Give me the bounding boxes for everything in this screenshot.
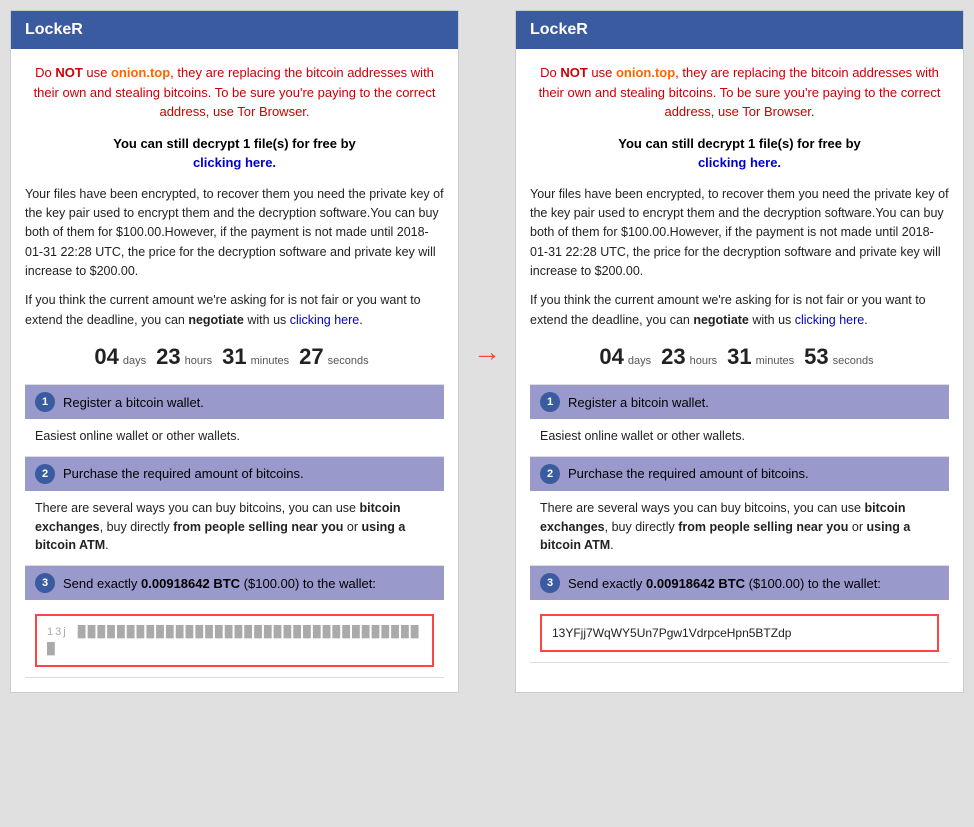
left-step2-num: 2 [35, 464, 55, 484]
right-step1-title: Register a bitcoin wallet. [568, 395, 709, 410]
left-step3-num: 3 [35, 573, 55, 593]
right-seconds-num: 53 [804, 344, 828, 370]
right-step3-title: Send exactly 0.00918642 BTC ($100.00) to… [568, 576, 881, 591]
right-panel-body: Do NOT use onion.top, they are replacing… [516, 49, 963, 677]
right-negotiate-link[interactable]: clicking here [795, 313, 864, 327]
left-step3-header: 3 Send exactly 0.00918642 BTC ($100.00) … [25, 566, 444, 600]
left-seconds-label: seconds [328, 355, 369, 367]
right-minutes-label: minutes [756, 355, 795, 367]
left-wallet-text: 13j ████████████████████████████████████ [47, 624, 422, 657]
left-free-decrypt-link[interactable]: clicking here. [193, 155, 276, 170]
left-steps: 1 Register a bitcoin wallet. Easiest onl… [25, 384, 444, 678]
left-step1-header: 1 Register a bitcoin wallet. [25, 385, 444, 419]
right-warning-site: onion.top [616, 65, 675, 80]
left-step1-content: Easiest online wallet or other wallets. [25, 419, 444, 457]
right-step2-content: There are several ways you can buy bitco… [530, 491, 949, 566]
right-hours-label: hours [690, 355, 718, 367]
right-step1-content: Easiest online wallet or other wallets. [530, 419, 949, 457]
right-info1: Your files have been encrypted, to recov… [530, 185, 949, 282]
right-step3-content: 13YFjj7WqWY5Un7Pgw1VdrpceHpn5BTZdp [530, 600, 949, 663]
left-countdown: 04 days 23 hours 31 minutes 27 seconds [25, 344, 444, 370]
right-minutes-num: 31 [727, 344, 751, 370]
right-step3-header: 3 Send exactly 0.00918642 BTC ($100.00) … [530, 566, 949, 600]
left-step3-content: 13j ████████████████████████████████████ [25, 600, 444, 678]
right-seconds-label: seconds [833, 355, 874, 367]
right-step3-num: 3 [540, 573, 560, 593]
left-warning: Do NOT use onion.top, they are replacing… [25, 63, 444, 122]
right-warning-use: use [588, 65, 616, 80]
left-step2-title: Purchase the required amount of bitcoins… [63, 466, 304, 481]
right-panel-title: LockeR [530, 21, 588, 38]
left-info1: Your files have been encrypted, to recov… [25, 185, 444, 282]
right-panel-header: LockeR [516, 11, 963, 49]
left-negotiate-link[interactable]: clicking here [290, 313, 359, 327]
left-hours-label: hours [185, 355, 213, 367]
right-warning-do: Do [540, 65, 560, 80]
right-warning-not: NOT [560, 65, 587, 80]
arrow-container: → [469, 10, 505, 693]
main-container: LockeR Do NOT use onion.top, they are re… [10, 10, 964, 693]
left-warning-use: use [83, 65, 111, 80]
right-countdown: 04 days 23 hours 31 minutes 53 seconds [530, 344, 949, 370]
left-minutes-num: 31 [222, 344, 246, 370]
right-panel: LockeR Do NOT use onion.top, they are re… [515, 10, 964, 693]
right-wallet-text: 13YFjj7WqWY5Un7Pgw1VdrpceHpn5BTZdp [552, 624, 791, 642]
right-step2-header: 2 Purchase the required amount of bitcoi… [530, 457, 949, 491]
left-minutes-label: minutes [251, 355, 290, 367]
right-step2-num: 2 [540, 464, 560, 484]
left-warning-do: Do [35, 65, 55, 80]
left-warning-not: NOT [55, 65, 82, 80]
right-wallet-address[interactable]: 13YFjj7WqWY5Un7Pgw1VdrpceHpn5BTZdp [540, 614, 939, 652]
left-step3-title: Send exactly 0.00918642 BTC ($100.00) to… [63, 576, 376, 591]
left-days-num: 04 [94, 344, 118, 370]
left-wallet-address[interactable]: 13j ████████████████████████████████████ [35, 614, 434, 667]
left-warning-site: onion.top [111, 65, 170, 80]
left-panel: LockeR Do NOT use onion.top, they are re… [10, 10, 459, 693]
right-free-decrypt-text1: You can still decrypt 1 file(s) for free… [618, 136, 861, 171]
left-step1-title: Register a bitcoin wallet. [63, 395, 204, 410]
left-step1-num: 1 [35, 392, 55, 412]
right-step2-title: Purchase the required amount of bitcoins… [568, 466, 809, 481]
left-panel-title: LockeR [25, 21, 83, 38]
left-panel-body: Do NOT use onion.top, they are replacing… [11, 49, 458, 692]
left-step2-content: There are several ways you can buy bitco… [25, 491, 444, 566]
right-days-num: 04 [599, 344, 623, 370]
right-steps: 1 Register a bitcoin wallet. Easiest onl… [530, 384, 949, 663]
right-hours-num: 23 [661, 344, 685, 370]
right-free-decrypt: You can still decrypt 1 file(s) for free… [530, 134, 949, 173]
left-days-label: days [123, 355, 146, 367]
left-free-decrypt: You can still decrypt 1 file(s) for free… [25, 134, 444, 173]
left-free-decrypt-text1: You can still decrypt 1 file(s) for free… [113, 136, 356, 171]
right-warning: Do NOT use onion.top, they are replacing… [530, 63, 949, 122]
left-seconds-num: 27 [299, 344, 323, 370]
left-negotiate: If you think the current amount we're as… [25, 291, 444, 330]
left-step2-header: 2 Purchase the required amount of bitcoi… [25, 457, 444, 491]
right-days-label: days [628, 355, 651, 367]
arrow-icon: → [473, 338, 501, 366]
right-step1-header: 1 Register a bitcoin wallet. [530, 385, 949, 419]
left-hours-num: 23 [156, 344, 180, 370]
right-free-decrypt-link[interactable]: clicking here. [698, 155, 781, 170]
right-step1-num: 1 [540, 392, 560, 412]
right-negotiate: If you think the current amount we're as… [530, 291, 949, 330]
left-panel-header: LockeR [11, 11, 458, 49]
